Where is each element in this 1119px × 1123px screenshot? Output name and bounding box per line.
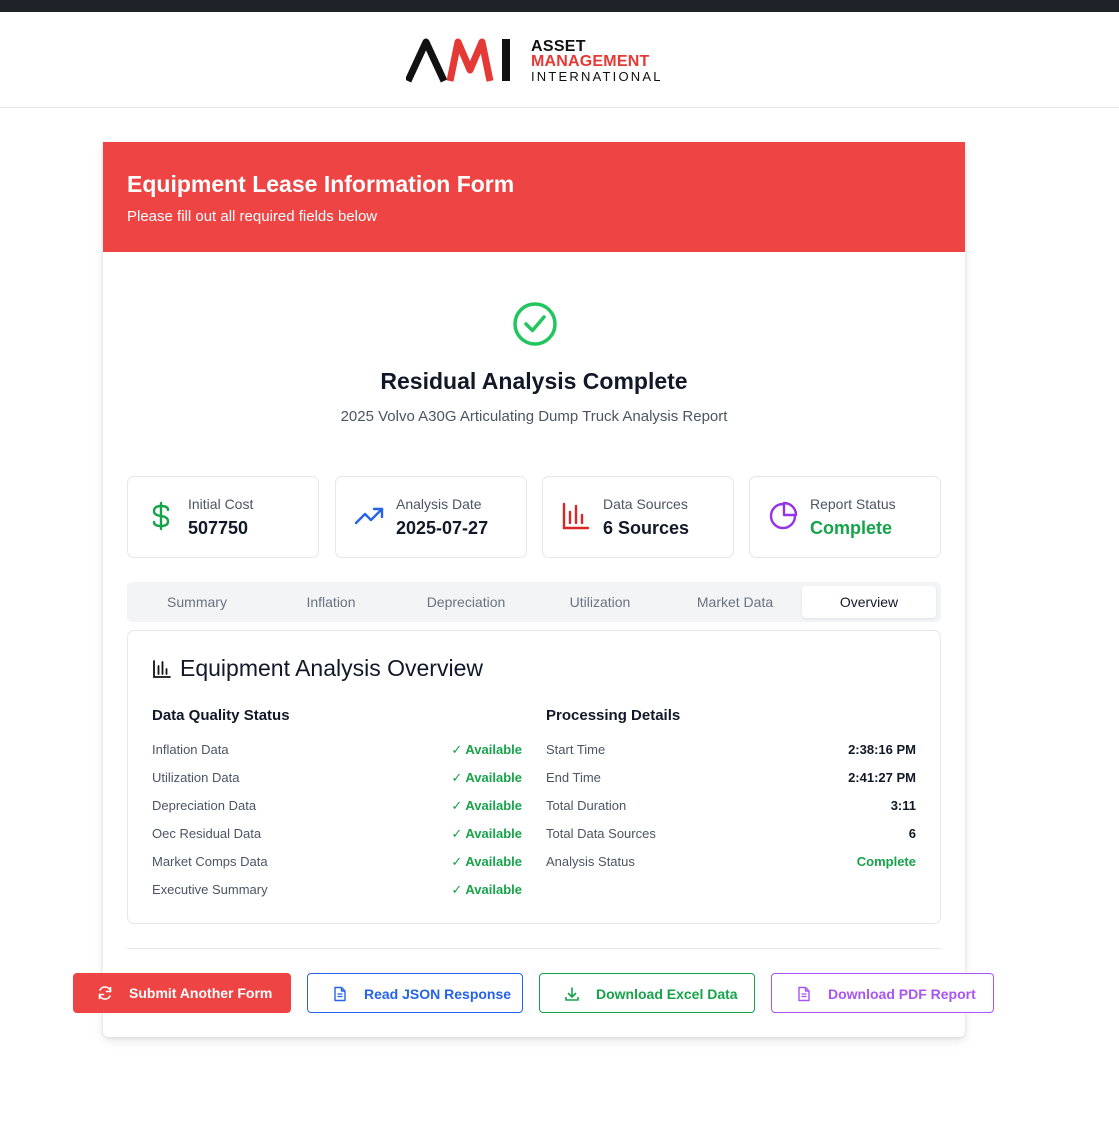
file-text-icon bbox=[334, 986, 346, 1002]
form-title: Equipment Lease Information Form bbox=[127, 171, 515, 197]
stat-card-analysis-date: Analysis Date 2025-07-27 bbox=[335, 476, 527, 558]
availability-status: ✓ Available bbox=[451, 882, 522, 897]
quality-label: Depreciation Data bbox=[152, 798, 257, 813]
result-title: Residual Analysis Complete bbox=[380, 368, 688, 394]
processing-label: Total Data Sources bbox=[546, 826, 656, 841]
site-header: ASSET MANAGEMENT INTERNATIONAL bbox=[0, 12, 1119, 108]
check-circle-icon bbox=[513, 302, 557, 346]
processing-row-total-data-sources: Total Data Sources 6 bbox=[546, 826, 916, 846]
quality-label: Executive Summary bbox=[152, 882, 268, 897]
stat-value: Complete bbox=[810, 518, 893, 538]
tab-utilization[interactable]: Utilization bbox=[533, 586, 667, 618]
processing-value: 2:38:16 PM bbox=[848, 742, 916, 757]
quality-row-depreciation: Depreciation Data ✓ Available bbox=[152, 798, 522, 818]
report-tabs: Summary Inflation Depreciation Utilizati… bbox=[127, 582, 941, 622]
tab-inflation[interactable]: Inflation bbox=[264, 586, 398, 618]
quality-row-inflation: Inflation Data ✓ Available bbox=[152, 742, 522, 762]
quality-row-market-comps: Market Comps Data ✓ Available bbox=[152, 854, 522, 874]
trending-up-icon bbox=[354, 507, 384, 525]
processing-value: 3:11 bbox=[890, 798, 916, 813]
submit-another-form-button[interactable]: Submit Another Form bbox=[73, 973, 291, 1013]
overview-panel: Equipment Analysis Overview Data Quality… bbox=[127, 630, 941, 924]
form-subtitle: Please fill out all required fields belo… bbox=[127, 208, 378, 225]
stat-label: Initial Cost bbox=[188, 496, 254, 512]
analysis-status-value: Complete bbox=[856, 854, 916, 869]
availability-status: ✓ Available bbox=[451, 770, 522, 785]
file-text-icon bbox=[798, 986, 810, 1002]
stat-label: Data Sources bbox=[603, 496, 688, 512]
bar-chart-icon bbox=[153, 660, 171, 678]
tab-market-data[interactable]: Market Data bbox=[668, 586, 802, 618]
availability-status: ✓ Available bbox=[451, 798, 522, 813]
processing-value: 6 bbox=[908, 826, 916, 841]
excel-label: Download Excel Data bbox=[596, 986, 738, 1002]
refresh-icon bbox=[98, 986, 112, 1000]
stat-card-initial-cost: Initial Cost 507750 bbox=[127, 476, 319, 558]
tab-depreciation[interactable]: Depreciation bbox=[399, 586, 533, 618]
quality-row-utilization: Utilization Data ✓ Available bbox=[152, 770, 522, 790]
overview-title: Equipment Analysis Overview bbox=[180, 655, 483, 681]
form-banner: Equipment Lease Information Form Please … bbox=[103, 142, 965, 252]
tab-overview[interactable]: Overview bbox=[802, 586, 936, 618]
processing-label: End Time bbox=[546, 770, 601, 785]
stat-label: Report Status bbox=[810, 496, 896, 512]
download-pdf-button[interactable]: Download PDF Report bbox=[771, 973, 994, 1013]
processing-row-total-duration: Total Duration 3:11 bbox=[546, 798, 916, 818]
pie-chart-icon bbox=[769, 501, 798, 530]
logo-line-international: INTERNATIONAL bbox=[531, 69, 663, 84]
stat-value: 6 Sources bbox=[603, 518, 690, 538]
processing-value: 2:41:27 PM bbox=[848, 770, 916, 785]
tab-summary[interactable]: Summary bbox=[130, 586, 264, 618]
ami-logo-mark bbox=[404, 38, 510, 83]
quality-label: Market Comps Data bbox=[152, 854, 268, 869]
availability-status: ✓ Available bbox=[451, 826, 522, 841]
logo-line-management: MANAGEMENT bbox=[531, 53, 650, 70]
processing-row-start-time: Start Time 2:38:16 PM bbox=[546, 742, 916, 762]
availability-status: ✓ Available bbox=[451, 854, 522, 869]
processing-details-heading: Processing Details bbox=[546, 707, 681, 724]
pdf-label: Download PDF Report bbox=[828, 986, 976, 1002]
stat-value: 507750 bbox=[188, 518, 249, 538]
processing-label: Start Time bbox=[546, 742, 606, 757]
download-excel-button[interactable]: Download Excel Data bbox=[539, 973, 755, 1013]
processing-label: Analysis Status bbox=[546, 854, 635, 869]
download-icon bbox=[565, 987, 579, 1001]
stat-card-data-sources: Data Sources 6 Sources bbox=[542, 476, 734, 558]
processing-row-analysis-status: Analysis Status Complete bbox=[546, 854, 916, 874]
lease-form-card: Equipment Lease Information Form Please … bbox=[103, 142, 965, 1037]
quality-label: Oec Residual Data bbox=[152, 826, 262, 841]
result-subtitle: 2025 Volvo A30G Articulating Dump Truck … bbox=[340, 408, 728, 425]
quality-row-oec-residual: Oec Residual Data ✓ Available bbox=[152, 826, 522, 846]
quality-row-executive-summary: Executive Summary ✓ Available bbox=[152, 882, 522, 902]
stat-label: Analysis Date bbox=[396, 496, 482, 512]
section-divider bbox=[127, 948, 941, 949]
json-label: Read JSON Response bbox=[364, 986, 512, 1002]
bar-chart-icon bbox=[562, 502, 590, 530]
processing-label: Total Duration bbox=[546, 798, 627, 813]
availability-status: ✓ Available bbox=[451, 742, 522, 757]
read-json-response-button[interactable]: Read JSON Response bbox=[307, 973, 523, 1013]
stat-card-report-status: Report Status Complete bbox=[749, 476, 941, 558]
ami-logo[interactable]: ASSET MANAGEMENT INTERNATIONAL bbox=[404, 36, 666, 86]
stat-value: 2025-07-27 bbox=[396, 518, 489, 538]
dollar-icon bbox=[152, 501, 170, 531]
logo-line-asset: ASSET bbox=[531, 38, 586, 55]
quality-label: Utilization Data bbox=[152, 770, 240, 785]
processing-row-end-time: End Time 2:41:27 PM bbox=[546, 770, 916, 790]
submit-label: Submit Another Form bbox=[129, 985, 273, 1001]
data-quality-heading: Data Quality Status bbox=[152, 707, 290, 724]
browser-top-bar bbox=[0, 0, 1119, 12]
quality-label: Inflation Data bbox=[152, 742, 229, 757]
